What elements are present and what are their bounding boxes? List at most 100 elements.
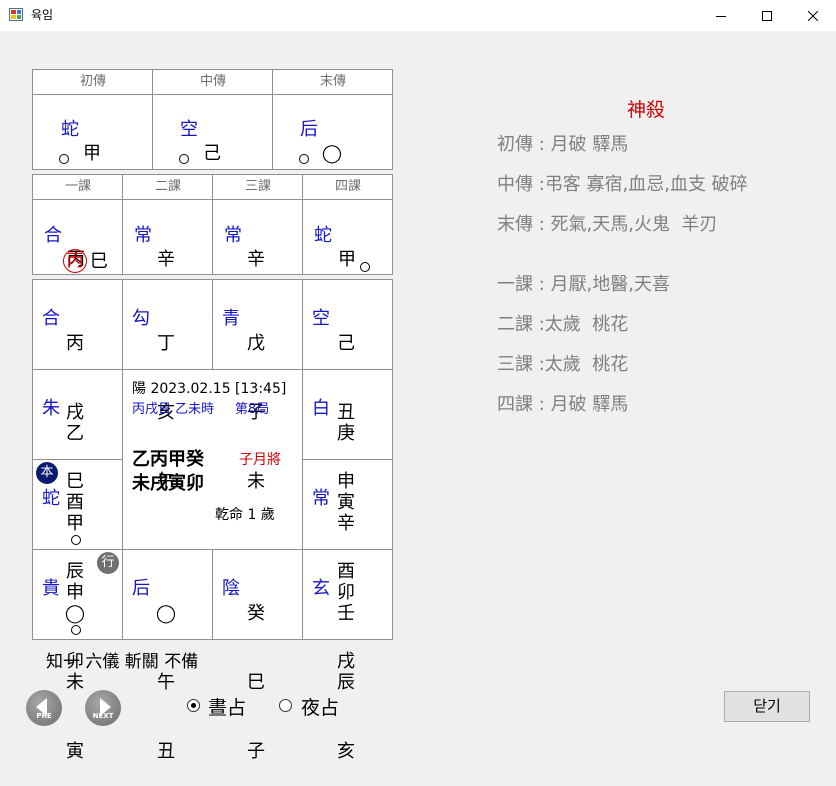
board-top3-general: 青	[222, 308, 240, 329]
header-chuchuan: 初傳	[79, 74, 106, 89]
empty-mark-icon	[360, 262, 370, 272]
board-bottom2-general: 后	[132, 578, 150, 599]
board-bottom1-bottom: 寅	[66, 741, 84, 762]
board-left1-general: 朱	[42, 398, 60, 419]
self-badge: 本	[36, 462, 58, 484]
shensha-value: 月破 驛馬	[544, 134, 629, 155]
month-general: 子月將	[239, 452, 281, 468]
shensha-row-ke1: 一課 : 月厭,地醫,天喜	[497, 273, 670, 297]
travel-badge: 行	[97, 552, 119, 574]
chuchuan-stem: 甲	[83, 143, 101, 164]
header-ke1: 一課	[64, 179, 91, 194]
board-left1-stem: 乙	[66, 423, 84, 444]
night-radio[interactable]	[279, 699, 292, 712]
board-bottom4-stack: 壬 辰 亥	[335, 556, 357, 786]
mochuan-general: 后	[300, 119, 318, 140]
shensha-value: 月厭,地醫,天喜	[544, 274, 670, 295]
zhongchuan-stem: 己	[203, 143, 221, 164]
board-bottom3-bottom: 子	[247, 741, 265, 762]
next-button[interactable]: NEXT	[85, 690, 121, 726]
day-hour-text: 丙戌日 乙未時	[132, 402, 215, 417]
shensha-value: 死氣,天馬,火鬼 羊刃	[544, 214, 718, 235]
board-top1-general: 合	[42, 308, 60, 329]
shensha-row-zhongchuan: 中傳 :弔客 寡宿,血忌,血支 破碎	[497, 173, 748, 197]
ke1-general: 合	[44, 225, 62, 246]
shensha-row-chuchuan: 初傳 : 月破 驛馬	[497, 133, 628, 157]
board-bottom3-stem: 癸	[247, 603, 265, 624]
title-bar: 육임	[0, 0, 836, 31]
pillar-stems: 乙丙甲癸	[132, 449, 204, 470]
arrow-left-icon	[36, 698, 47, 716]
empty-mark-icon	[299, 154, 309, 164]
shensha-label: 末傳 :	[497, 214, 545, 235]
shensha-title: 神殺	[627, 99, 666, 121]
header-ke3: 三課	[244, 179, 271, 194]
prev-button[interactable]: PRE	[26, 690, 62, 726]
board-bottom4-general: 玄	[312, 578, 330, 599]
app-icon	[9, 8, 23, 21]
age-text: 乾命 1 歲	[215, 507, 275, 523]
board-bottom1-top: 未	[66, 672, 84, 693]
sanchuan-table: 初傳 中傳 末傳 蛇 甲 申 卯 空 己 丑 申 后 ◯ 午 丑	[32, 69, 393, 302]
board-top4-general: 空	[312, 308, 330, 329]
board-bottom4-bottom: 亥	[337, 741, 355, 762]
ke1-bottom: 巳	[90, 251, 108, 272]
empty-mark-icon	[59, 154, 69, 164]
board-bottom2-top: 午	[157, 672, 175, 693]
shensha-value: 太歲 桃花	[544, 354, 629, 375]
shensha-row-mochuan: 末傳 : 死氣,天馬,火鬼 羊刃	[497, 213, 717, 237]
empty-mark-icon	[71, 535, 81, 545]
header-mochuan: 末傳	[319, 74, 346, 89]
board-bottom1-general: 貴	[42, 578, 60, 599]
shensha-label: 一課 :	[497, 274, 545, 295]
board-bottom3-top: 巳	[247, 672, 265, 693]
board-top4-stem: 己	[337, 333, 355, 354]
board-left2-stem: 甲	[66, 513, 84, 534]
maximize-icon	[762, 10, 772, 21]
close-icon	[808, 10, 818, 21]
date-text: 陽 2023.02.15 [13:45]	[132, 381, 287, 397]
board-bottom2-bottom: 丑	[157, 741, 175, 762]
mochuan-stem: ◯	[321, 143, 343, 164]
ke4-general: 蛇	[314, 225, 332, 246]
summary-text: 知一 六儀 斬關 不備	[46, 652, 199, 672]
radio-dot-icon	[191, 703, 196, 708]
close-window-button[interactable]	[790, 0, 836, 31]
board-bottom4-stem: 壬	[337, 603, 355, 624]
day-radio-label[interactable]: 晝占	[208, 696, 246, 720]
arrow-right-icon	[100, 698, 111, 716]
window-title: 육임	[31, 8, 54, 22]
shensha-label: 三課 :	[497, 354, 545, 375]
shensha-label: 四課 :	[497, 394, 545, 415]
header-zhongchuan: 中傳	[199, 74, 226, 89]
day-stem-badge: 丙	[63, 249, 87, 273]
board-bottom4-top: 辰	[337, 672, 355, 693]
next-label: NEXT	[92, 712, 114, 720]
board-top3-stem: 戊	[247, 333, 265, 354]
ke2-general: 常	[134, 225, 152, 246]
board-bottom1-stem: ◯	[64, 603, 86, 624]
shensha-label: 中傳 :	[497, 174, 545, 195]
board-right2-stem: 辛	[337, 513, 355, 534]
prev-label: PRE	[36, 712, 52, 720]
minimize-button[interactable]	[698, 0, 744, 31]
board-bottom3-general: 陰	[222, 578, 240, 599]
empty-mark-icon	[179, 154, 189, 164]
chuchuan-general: 蛇	[61, 119, 79, 140]
ke2-stem: 辛	[157, 249, 175, 270]
board-right1-general: 白	[312, 398, 330, 419]
shensha-value: 弔客 寡宿,血忌,血支 破碎	[544, 174, 748, 195]
center-info: 陽 2023.02.15 [13:45] 丙戌日 乙未時 第8局 乙丙甲癸 子月…	[123, 369, 303, 549]
minimize-icon	[716, 15, 726, 17]
board-bottom2-stem: ◯	[155, 603, 177, 624]
ke4-stem: 甲	[338, 249, 356, 270]
ke3-stem: 辛	[247, 249, 265, 270]
close-button[interactable]: 닫기	[724, 691, 810, 722]
shensha-value: 月破 驛馬	[544, 394, 629, 415]
header-ke4: 四課	[334, 179, 361, 194]
board-right2-general: 常	[312, 488, 330, 509]
maximize-button[interactable]	[744, 0, 790, 31]
day-radio[interactable]	[187, 699, 200, 712]
night-radio-label[interactable]: 夜占	[301, 696, 339, 720]
shensha-row-ke4: 四課 : 月破 驛馬	[497, 393, 628, 417]
